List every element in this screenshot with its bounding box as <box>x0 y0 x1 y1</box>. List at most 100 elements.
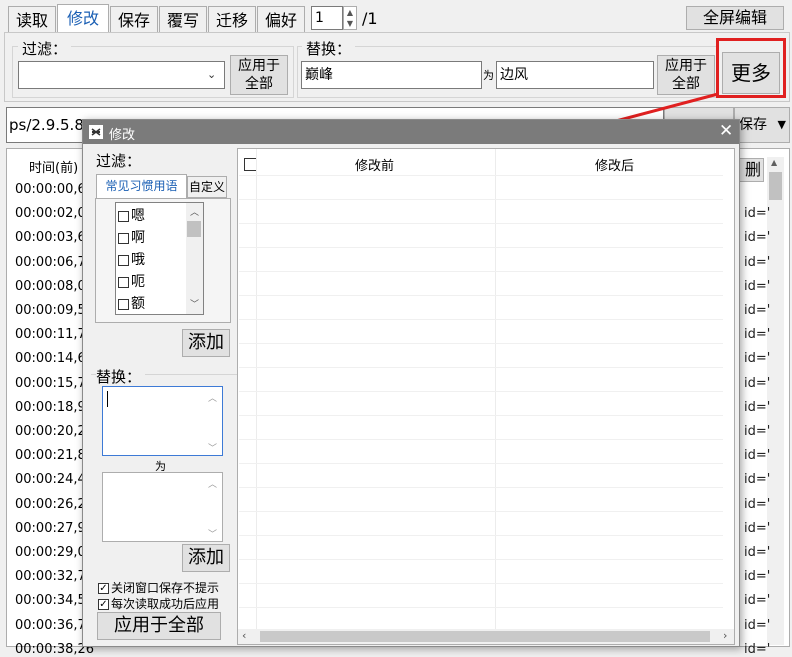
dialog-replace-from-input[interactable]: ︿ ﹀ <box>102 386 223 456</box>
chevron-down-icon: ⌄ <box>207 68 217 81</box>
grid-row-line <box>239 319 723 320</box>
word-list-item[interactable]: 嗯 <box>118 205 145 225</box>
scroll-up-icon[interactable]: ︿ <box>190 205 199 218</box>
checkbox-icon[interactable] <box>118 276 129 288</box>
replace-from-input[interactable]: 巅峰 <box>301 61 482 89</box>
dialog-replace-label: 替换： <box>96 366 146 387</box>
table-row-id: id=' <box>744 399 771 415</box>
tab-common-phrases[interactable]: 常见习惯用语 <box>96 174 187 198</box>
dialog-filter-label: 过滤： <box>96 152 142 170</box>
option-apply-on-load[interactable]: ✓ 每次读取成功后应用 <box>98 595 219 612</box>
grid-row-line <box>239 463 723 464</box>
scroll-down-icon[interactable]: ﹀ <box>208 527 217 540</box>
page-total: /1 <box>362 9 378 28</box>
option-2-label: 每次读取成功后应用 <box>111 597 220 611</box>
checkbox-icon[interactable] <box>118 298 129 310</box>
page-spinner[interactable]: ▲ ▼ <box>343 6 357 30</box>
grid-row-line <box>239 583 723 584</box>
app-logo-icon <box>89 125 103 139</box>
checkbox-icon[interactable] <box>118 232 129 244</box>
tab-modify[interactable]: 修改 <box>57 4 109 33</box>
grid-row-line <box>239 271 723 272</box>
replace-apply-all-button[interactable]: 应用于 全部 <box>657 55 715 95</box>
tab-preferences[interactable]: 偏好 <box>257 6 305 33</box>
replace-add-button[interactable]: 添加 <box>182 544 230 572</box>
table-row-id: id=' <box>744 254 771 270</box>
scroll-right-icon[interactable]: › <box>723 629 727 642</box>
grid-row-line <box>239 511 723 512</box>
grid-divider <box>495 149 496 629</box>
word-list[interactable]: 嗯啊哦呃额 ︿ ﹀ <box>115 202 204 315</box>
tab-migrate[interactable]: 迁移 <box>208 6 256 33</box>
filter-apply-label-1: 应用于 <box>238 58 280 74</box>
table-row-id: id=' <box>744 641 771 657</box>
apply-all-button[interactable]: 应用于全部 <box>97 612 221 640</box>
grid-row-line <box>239 439 723 440</box>
scroll-down-icon[interactable]: ﹀ <box>208 441 217 454</box>
modify-dialog: 修改 ✕ 过滤： 常见习惯用语 自定义 嗯啊哦呃额 ︿ ﹀ 添加 替换： ︿ ﹀… <box>82 119 740 647</box>
checkbox-icon[interactable] <box>118 210 129 222</box>
table-row-id: id=' <box>744 617 771 633</box>
scroll-up-icon[interactable]: ▲ <box>771 158 777 167</box>
tab-custom[interactable]: 自定义 <box>187 176 227 198</box>
page-number-input[interactable]: 1 <box>311 6 343 30</box>
grid-divider <box>256 149 257 629</box>
filter-select[interactable] <box>18 61 225 89</box>
text-caret <box>107 391 108 407</box>
table-scrollbar-thumb[interactable] <box>769 172 782 200</box>
checkbox-checked-icon[interactable]: ✓ <box>98 599 109 610</box>
word-list-scrollbar-thumb[interactable] <box>187 221 201 237</box>
grid-row-line <box>239 295 723 296</box>
filter-add-button[interactable]: 添加 <box>182 329 230 357</box>
table-row-id: id=' <box>744 448 771 464</box>
word-label: 哦 <box>131 252 145 268</box>
modify-grid: 修改前 修改后 ‹ › <box>237 148 735 645</box>
column-header-before: 修改前 <box>355 159 395 174</box>
table-row-id: id=' <box>744 593 771 609</box>
grid-row-line <box>239 175 723 176</box>
filter-apply-all-button[interactable]: 应用于 全部 <box>230 55 288 95</box>
scroll-down-icon[interactable]: ﹀ <box>190 297 199 310</box>
word-list-item[interactable]: 呃 <box>118 271 145 291</box>
grid-row-line <box>239 415 723 416</box>
scroll-left-icon[interactable]: ‹ <box>242 629 246 642</box>
word-label: 啊 <box>131 230 145 246</box>
checkbox-icon[interactable] <box>118 254 129 266</box>
grid-h-scrollbar-thumb[interactable] <box>260 631 710 642</box>
scroll-up-icon[interactable]: ︿ <box>208 391 217 404</box>
table-row-id: id=' <box>744 569 771 585</box>
word-list-item[interactable]: 啊 <box>118 227 145 247</box>
tab-read[interactable]: 读取 <box>8 6 56 33</box>
grid-row-line <box>239 487 723 488</box>
filter-apply-label-2: 全部 <box>245 76 273 92</box>
replace-to-input[interactable]: 边风 <box>496 61 654 89</box>
save-dropdown-button[interactable]: 保存 ▼ <box>734 107 790 143</box>
word-label: 额 <box>131 296 145 312</box>
replace-to-word: 为 <box>483 69 494 82</box>
filter-group-label: 过滤： <box>18 38 72 59</box>
table-row-id: id=' <box>744 496 771 512</box>
grid-row-line <box>239 391 723 392</box>
table-row-id: id=' <box>744 303 771 318</box>
option-close-no-prompt[interactable]: ✓ 关闭窗口保存不提示 <box>98 579 219 596</box>
grid-row-line <box>239 247 723 248</box>
tab-overwrite[interactable]: 覆写 <box>159 6 207 33</box>
dialog-replace-to-input[interactable]: ︿ ﹀ <box>102 472 223 542</box>
table-row-id: id=' <box>744 520 771 536</box>
replace-apply-label-1: 应用于 <box>665 58 707 74</box>
grid-row-line <box>239 199 723 200</box>
save-dropdown-label: 保存 <box>739 117 767 133</box>
scroll-up-icon[interactable]: ︿ <box>208 477 217 490</box>
word-list-item[interactable]: 额 <box>118 293 145 313</box>
dialog-title: 修改 <box>109 128 136 143</box>
dialog-titlebar: 修改 ✕ <box>83 120 739 144</box>
word-list-item[interactable]: 哦 <box>118 249 145 269</box>
fullscreen-edit-button[interactable]: 全屏编辑 <box>686 6 784 30</box>
grid-row-line <box>239 367 723 368</box>
table-row-id: id=' <box>744 424 771 439</box>
close-icon[interactable]: ✕ <box>719 121 733 141</box>
column-header-time: 时间(前) <box>29 161 79 176</box>
checkbox-checked-icon[interactable]: ✓ <box>98 583 109 594</box>
delete-button[interactable]: 删 <box>738 158 764 182</box>
tab-save[interactable]: 保存 <box>110 6 158 33</box>
